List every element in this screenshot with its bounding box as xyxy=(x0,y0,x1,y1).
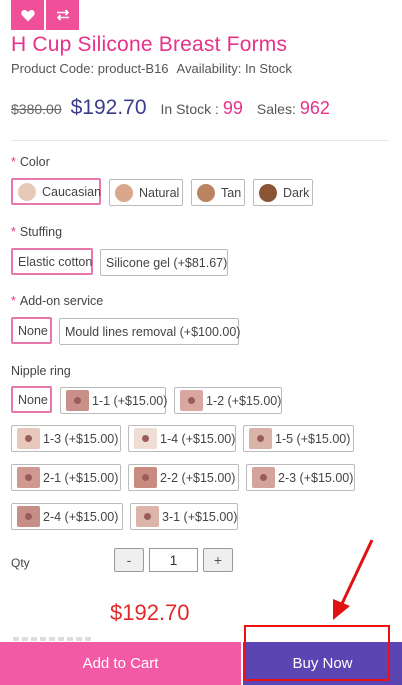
nipple-ring-option-1-3[interactable]: 1-3 (+$15.00) xyxy=(11,425,121,452)
color-option-tan[interactable]: Tan xyxy=(191,179,245,206)
nipple-ring-option-1-1[interactable]: 1-1 (+$15.00) xyxy=(60,387,167,414)
total-price: $192.70 xyxy=(110,600,190,625)
availability: Availability: In Stock xyxy=(176,61,292,76)
nipple-ring-option-3-1[interactable]: 3-1 (+$15.00) xyxy=(130,503,238,530)
product-thumbnail xyxy=(136,506,159,527)
product-meta: Product Code: product-B16 Availability: I… xyxy=(11,61,292,76)
product-thumbnail xyxy=(134,467,157,488)
qty-decrease-button[interactable]: - xyxy=(114,548,144,572)
product-code: Product Code: product-B16 xyxy=(11,61,169,76)
nipple-ring-option-2-3[interactable]: 2-3 (+$15.00) xyxy=(246,464,355,491)
product-thumbnail xyxy=(66,390,89,411)
nipple-ring-option-1-5[interactable]: 1-5 (+$15.00) xyxy=(243,425,354,452)
stuffing-option-elastic-cotton[interactable]: Elastic cotton xyxy=(11,248,93,275)
faint-text-strip xyxy=(13,637,93,641)
nipple-ring-option-2-4[interactable]: 2-4 (+$15.00) xyxy=(11,503,123,530)
product-thumbnail xyxy=(180,390,203,411)
required-mark: * xyxy=(11,294,16,308)
product-thumbnail xyxy=(252,467,275,488)
old-price: $380.00 xyxy=(11,101,62,117)
color-option-dark[interactable]: Dark xyxy=(253,179,313,206)
qty-input[interactable] xyxy=(149,548,198,572)
product-thumbnail xyxy=(17,428,40,449)
required-mark: * xyxy=(11,225,16,239)
qty-label: Qty xyxy=(11,556,30,570)
product-thumbnail xyxy=(134,428,157,449)
buy-now-button[interactable]: Buy Now xyxy=(243,642,402,685)
nipple-ring-option-1-2[interactable]: 1-2 (+$15.00) xyxy=(174,387,282,414)
color-option-natural[interactable]: Natural xyxy=(109,179,183,206)
addon-option-none[interactable]: None xyxy=(11,317,52,344)
wishlist-button[interactable] xyxy=(11,0,44,30)
product-thumbnail xyxy=(17,467,40,488)
addon-option-mould-lines-removal[interactable]: Mould lines removal (+$100.00) xyxy=(59,318,240,345)
compare-arrows-icon xyxy=(56,9,69,21)
product-thumbnail xyxy=(17,506,40,527)
product-thumbnail xyxy=(249,428,272,449)
nipple-ring-option-1-4[interactable]: 1-4 (+$15.00) xyxy=(128,425,236,452)
color-label: * Color xyxy=(11,155,50,169)
color-swatch xyxy=(197,183,215,202)
current-price: $192.70 xyxy=(70,96,147,119)
stock-value: 99 xyxy=(222,98,243,118)
compare-button[interactable] xyxy=(46,0,79,30)
top-action-buttons xyxy=(11,0,79,30)
stock-label: In Stock : xyxy=(160,101,219,117)
divider xyxy=(11,140,389,141)
heart-icon xyxy=(20,9,35,21)
nipple-ring-label: Nipple ring xyxy=(11,364,71,378)
color-swatch xyxy=(259,183,277,202)
required-mark: * xyxy=(11,155,16,169)
sales-label: Sales: xyxy=(256,101,296,117)
product-title: H Cup Silicone Breast Forms xyxy=(11,33,288,56)
stuffing-option-silicone-gel[interactable]: Silicone gel (+$81.67) xyxy=(100,249,228,276)
color-swatch xyxy=(18,182,36,201)
color-swatch xyxy=(115,183,133,202)
sales-value: 962 xyxy=(299,98,330,118)
addon-label: * Add-on service xyxy=(11,294,104,308)
color-option-caucasian[interactable]: Caucasian xyxy=(11,178,101,205)
stuffing-label: * Stuffing xyxy=(11,225,63,239)
add-to-cart-button[interactable]: Add to Cart xyxy=(0,642,241,685)
nipple-ring-option-2-1[interactable]: 2-1 (+$15.00) xyxy=(11,464,121,491)
price-row: $380.00 $192.70 In Stock : 99 Sales: 962 xyxy=(11,96,330,120)
nipple-ring-option-none[interactable]: None xyxy=(11,386,52,413)
qty-increase-button[interactable]: + xyxy=(203,548,233,572)
nipple-ring-option-2-2[interactable]: 2-2 (+$15.00) xyxy=(128,464,239,491)
